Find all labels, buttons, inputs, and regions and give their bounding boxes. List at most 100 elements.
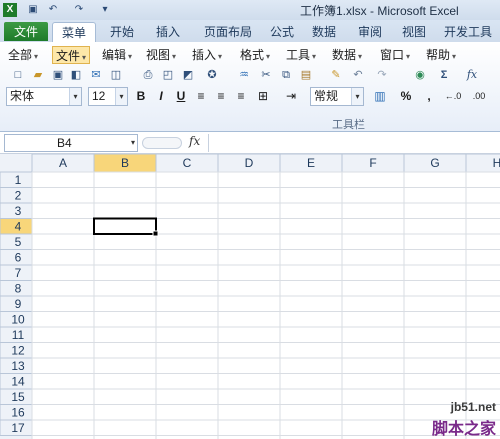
- merge-center-icon[interactable]: ⊞: [254, 88, 272, 104]
- menu-edit[interactable]: 编辑 ▾: [102, 46, 132, 64]
- tab-page-layout[interactable]: 页面布局: [196, 22, 260, 42]
- autosum-icon[interactable]: Σ: [436, 67, 452, 83]
- font-size-combo[interactable]: 12 ▾: [88, 87, 128, 106]
- row-header-label: 4: [15, 220, 22, 234]
- tab-menu[interactable]: 菜单: [52, 22, 96, 42]
- name-box[interactable]: B4 ▾: [4, 134, 138, 152]
- format-painter-icon[interactable]: ♒: [236, 67, 252, 83]
- column-header-label: D: [245, 156, 254, 170]
- formula-bar: B4 ▾ fx: [0, 132, 500, 154]
- decrease-decimal-icon[interactable]: .00: [468, 88, 490, 104]
- save-icon[interactable]: ▣: [26, 3, 40, 17]
- currency-icon[interactable]: ▥: [372, 88, 388, 104]
- row-header-label: 7: [15, 266, 22, 280]
- redo-icon[interactable]: ↷: [374, 67, 390, 83]
- row-header-label: 17: [11, 421, 25, 435]
- brush-icon[interactable]: ✎: [328, 67, 344, 83]
- number-format-combo[interactable]: 常规 ▾: [310, 87, 364, 106]
- formula-bar-splitter[interactable]: [142, 137, 182, 149]
- save-icon[interactable]: ▣: [50, 67, 66, 83]
- customize-qat-icon[interactable]: ▾: [98, 3, 112, 17]
- paste-icon[interactable]: ▤: [298, 67, 314, 83]
- align-left-icon[interactable]: ≡: [194, 88, 208, 104]
- row-header-label: 5: [15, 235, 22, 249]
- formula-input[interactable]: [208, 134, 500, 152]
- undo-icon[interactable]: ↶: [46, 3, 60, 17]
- tab-insert[interactable]: 插入: [148, 22, 188, 42]
- ribbon: 全部 ▾ 文件 ▾ 编辑 ▾ 视图 ▾ 插入 ▾ 格式 ▾ 工具 ▾ 数据 ▾ 窗口 ▾ 帮助 ▾ …: [0, 42, 500, 132]
- row-header-label: 1: [15, 173, 22, 187]
- copy-icon[interactable]: ⧉: [278, 67, 294, 83]
- font-name-combo[interactable]: 宋体 ▾: [6, 87, 82, 106]
- insert-function-icon[interactable]: fx: [189, 134, 200, 148]
- open-folder-icon[interactable]: ▰: [30, 67, 46, 83]
- row-header-label: 2: [15, 189, 22, 203]
- print-preview-icon[interactable]: ◰: [160, 67, 176, 83]
- column-header-label: B: [121, 156, 129, 170]
- research-pane-icon[interactable]: ✪: [204, 67, 220, 83]
- menu-window[interactable]: 窗口 ▾: [380, 46, 410, 64]
- window-title: 工作簿1.xlsx - Microsoft Excel: [300, 4, 459, 18]
- tab-formulas[interactable]: 公式: [262, 22, 302, 42]
- tab-home[interactable]: 开始: [102, 22, 142, 42]
- menu-insert[interactable]: 插入 ▾: [192, 46, 222, 64]
- hyperlink-icon[interactable]: ◉: [412, 67, 428, 83]
- row-header-label: 14: [11, 375, 25, 389]
- fill-handle[interactable]: [152, 230, 159, 237]
- grid-canvas: A B C D E F G H1234567891011121314151617: [0, 153, 500, 439]
- permission-icon[interactable]: ◧: [68, 67, 84, 83]
- column-header-label: A: [59, 156, 67, 170]
- align-center-icon[interactable]: ≡: [214, 88, 228, 104]
- email-icon[interactable]: ✉: [88, 67, 104, 83]
- row-header-label: 10: [11, 313, 25, 327]
- spelling-icon[interactable]: ◩: [180, 67, 196, 83]
- menu-help[interactable]: 帮助 ▾: [426, 46, 456, 64]
- menu-format[interactable]: 格式 ▾: [240, 46, 270, 64]
- tab-view[interactable]: 视图: [394, 22, 434, 42]
- underline-button[interactable]: U: [174, 88, 188, 104]
- tab-file[interactable]: 文件: [4, 22, 48, 41]
- increase-decimal-icon[interactable]: ←.0: [442, 88, 464, 104]
- row-header-label: 11: [12, 328, 25, 342]
- column-header-label: C: [183, 156, 192, 170]
- menu-view[interactable]: 视图 ▾: [146, 46, 176, 64]
- menu-all[interactable]: 全部 ▾: [8, 46, 38, 64]
- align-right-icon[interactable]: ≡: [234, 88, 248, 104]
- row-header-label: 9: [15, 297, 22, 311]
- title-bar: X ▣ ↶ ↷ ▾ 工作簿1.xlsx - Microsoft Excel: [0, 0, 500, 20]
- tab-review[interactable]: 审阅: [350, 22, 390, 42]
- active-cell[interactable]: [93, 217, 157, 235]
- comma-button[interactable]: ,: [424, 88, 434, 104]
- tab-data[interactable]: 数据: [304, 22, 344, 42]
- new-file-icon[interactable]: □: [10, 67, 26, 83]
- menu-tools[interactable]: 工具 ▾: [286, 46, 316, 64]
- row-header-label: 3: [15, 204, 22, 218]
- percent-button[interactable]: %: [400, 88, 412, 104]
- row-header-label: 6: [15, 251, 22, 265]
- research-icon[interactable]: ◫: [108, 67, 124, 83]
- column-header-label: G: [430, 156, 439, 170]
- undo-icon[interactable]: ↶: [350, 67, 366, 83]
- worksheet-grid[interactable]: A B C D E F G H 1 2 3 4 5 6 7 8 9 10 11 12 13 14 15 16 17: [0, 153, 500, 439]
- toolbar-group-label: 工具栏: [332, 119, 365, 131]
- redo-icon[interactable]: ↷: [72, 3, 86, 17]
- italic-button[interactable]: I: [154, 88, 168, 104]
- menu-file[interactable]: 文件 ▾: [52, 46, 91, 64]
- bold-button[interactable]: B: [134, 88, 148, 104]
- cut-icon[interactable]: ✂: [258, 67, 274, 83]
- row-header-label: 15: [11, 390, 25, 404]
- tab-developer[interactable]: 开发工具: [438, 22, 498, 42]
- column-header-label: F: [369, 156, 376, 170]
- row-header-label: 13: [11, 359, 25, 373]
- menu-data[interactable]: 数据 ▾: [332, 46, 362, 64]
- row-header-label: 12: [11, 344, 25, 358]
- row-header-label: 16: [11, 406, 25, 420]
- function-icon[interactable]: fx: [464, 67, 480, 83]
- print-icon[interactable]: ⎙: [140, 67, 156, 83]
- column-header-label: E: [307, 156, 315, 170]
- row-header-label: 8: [15, 282, 22, 296]
- wrap-text-icon[interactable]: ⇥: [284, 88, 298, 104]
- ribbon-tab-bar: 文件 菜单 开始 插入 页面布局 公式 数据 审阅 视图 开发工具: [0, 20, 500, 42]
- column-header-label: H: [493, 156, 500, 170]
- excel-logo-icon: X: [3, 3, 17, 17]
